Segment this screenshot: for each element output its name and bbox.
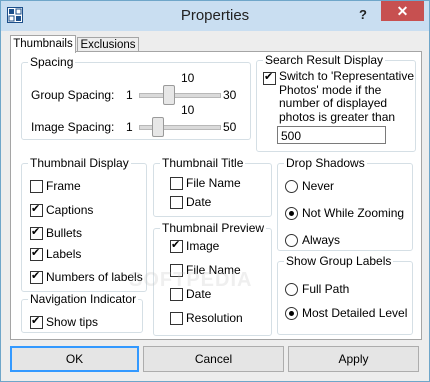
group-spacing-min: 1 (126, 88, 133, 102)
most-detailed-level-radio[interactable] (285, 307, 298, 320)
shadow-never-label: Never (302, 179, 335, 193)
show-tips-label: Show tips (46, 315, 99, 329)
preview-resolution-label: Resolution (186, 311, 243, 325)
most-detailed-level-label: Most Detailed Level (302, 306, 408, 320)
search-result-display-legend: Search Result Display (265, 53, 384, 67)
full-path-label: Full Path (302, 282, 350, 296)
frame-label: Frame (46, 179, 81, 193)
frame-checkbox[interactable] (30, 180, 43, 193)
thumbnails-tab-panel: Spacing 10 Group Spacing: 1 30 10 Image … (10, 51, 422, 340)
preview-image-checkbox[interactable] (170, 238, 183, 253)
close-button[interactable]: ✕ (381, 1, 424, 21)
title-date-label: Date (186, 195, 212, 209)
group-spacing-value: 10 (181, 71, 195, 85)
bullets-label: Bullets (46, 226, 83, 240)
drop-shadows-legend: Drop Shadows (286, 156, 365, 170)
show-tips-checkbox[interactable] (30, 314, 43, 329)
thumbnail-preview-legend: Thumbnail Preview (162, 221, 265, 235)
photo-count-threshold-input[interactable]: 500 (277, 126, 386, 144)
shadow-always-radio[interactable] (285, 234, 298, 247)
captions-checkbox[interactable] (30, 202, 43, 217)
help-button[interactable]: ? (354, 6, 372, 24)
tab-exclusions[interactable]: Exclusions (77, 37, 139, 52)
properties-window: Properties ? ✕ Thumbnails Exclusions Spa… (0, 0, 430, 382)
title-date-checkbox[interactable] (170, 196, 183, 209)
ok-button[interactable]: OK (10, 346, 139, 372)
spacing-legend: Spacing (30, 55, 74, 69)
group-spacing-label: Group Spacing: (31, 88, 115, 102)
captions-label: Captions (46, 203, 94, 217)
image-spacing-label: Image Spacing: (31, 120, 115, 134)
show-group-labels-legend: Show Group Labels (286, 254, 392, 268)
representative-photos-line-1: Switch to 'Representative (279, 69, 415, 83)
navigation-indicator-legend: Navigation Indicator (30, 292, 137, 306)
title-file-name-checkbox[interactable] (170, 177, 183, 190)
representative-photos-line-3: number of displayed (279, 96, 388, 110)
bullets-checkbox[interactable] (30, 225, 43, 240)
tab-thumbnails[interactable]: Thumbnails (10, 35, 76, 53)
group-spacing-max: 30 (223, 88, 237, 102)
representative-photos-line-4: photos is greater than (279, 109, 396, 124)
thumbnail-title-legend: Thumbnail Title (162, 156, 244, 170)
thumbnail-display-legend: Thumbnail Display (30, 156, 129, 170)
labels-label: Labels (46, 247, 82, 261)
numbers-of-labels-checkbox[interactable] (30, 269, 43, 284)
full-path-radio[interactable] (285, 283, 298, 296)
representative-photos-label: Switch to 'Representative Photos' mode i… (279, 69, 415, 124)
shadow-not-while-zooming-radio[interactable] (285, 207, 298, 220)
representative-photos-line-2: Photos' mode if the (279, 82, 382, 97)
preview-resolution-checkbox[interactable] (170, 312, 183, 325)
shadow-always-label: Always (302, 233, 341, 247)
watermark: SOFTPEDIA (129, 269, 253, 291)
title-bar[interactable]: Properties ? ✕ (1, 1, 429, 31)
group-spacing-slider-thumb[interactable] (163, 85, 175, 105)
image-spacing-max: 50 (223, 120, 237, 134)
apply-button[interactable]: Apply (288, 346, 419, 372)
preview-image-label: Image (186, 239, 220, 253)
image-spacing-slider-thumb[interactable] (152, 117, 164, 137)
representative-photos-checkbox[interactable] (263, 70, 276, 85)
group-spacing-slider-track[interactable] (139, 93, 221, 98)
image-spacing-min: 1 (126, 120, 133, 134)
title-file-name-label: File Name (186, 176, 241, 190)
labels-checkbox[interactable] (30, 246, 43, 261)
shadow-never-radio[interactable] (285, 180, 298, 193)
cancel-button[interactable]: Cancel (143, 346, 284, 372)
image-spacing-value: 10 (181, 103, 195, 117)
shadow-not-while-zooming-label: Not While Zooming (302, 206, 405, 220)
